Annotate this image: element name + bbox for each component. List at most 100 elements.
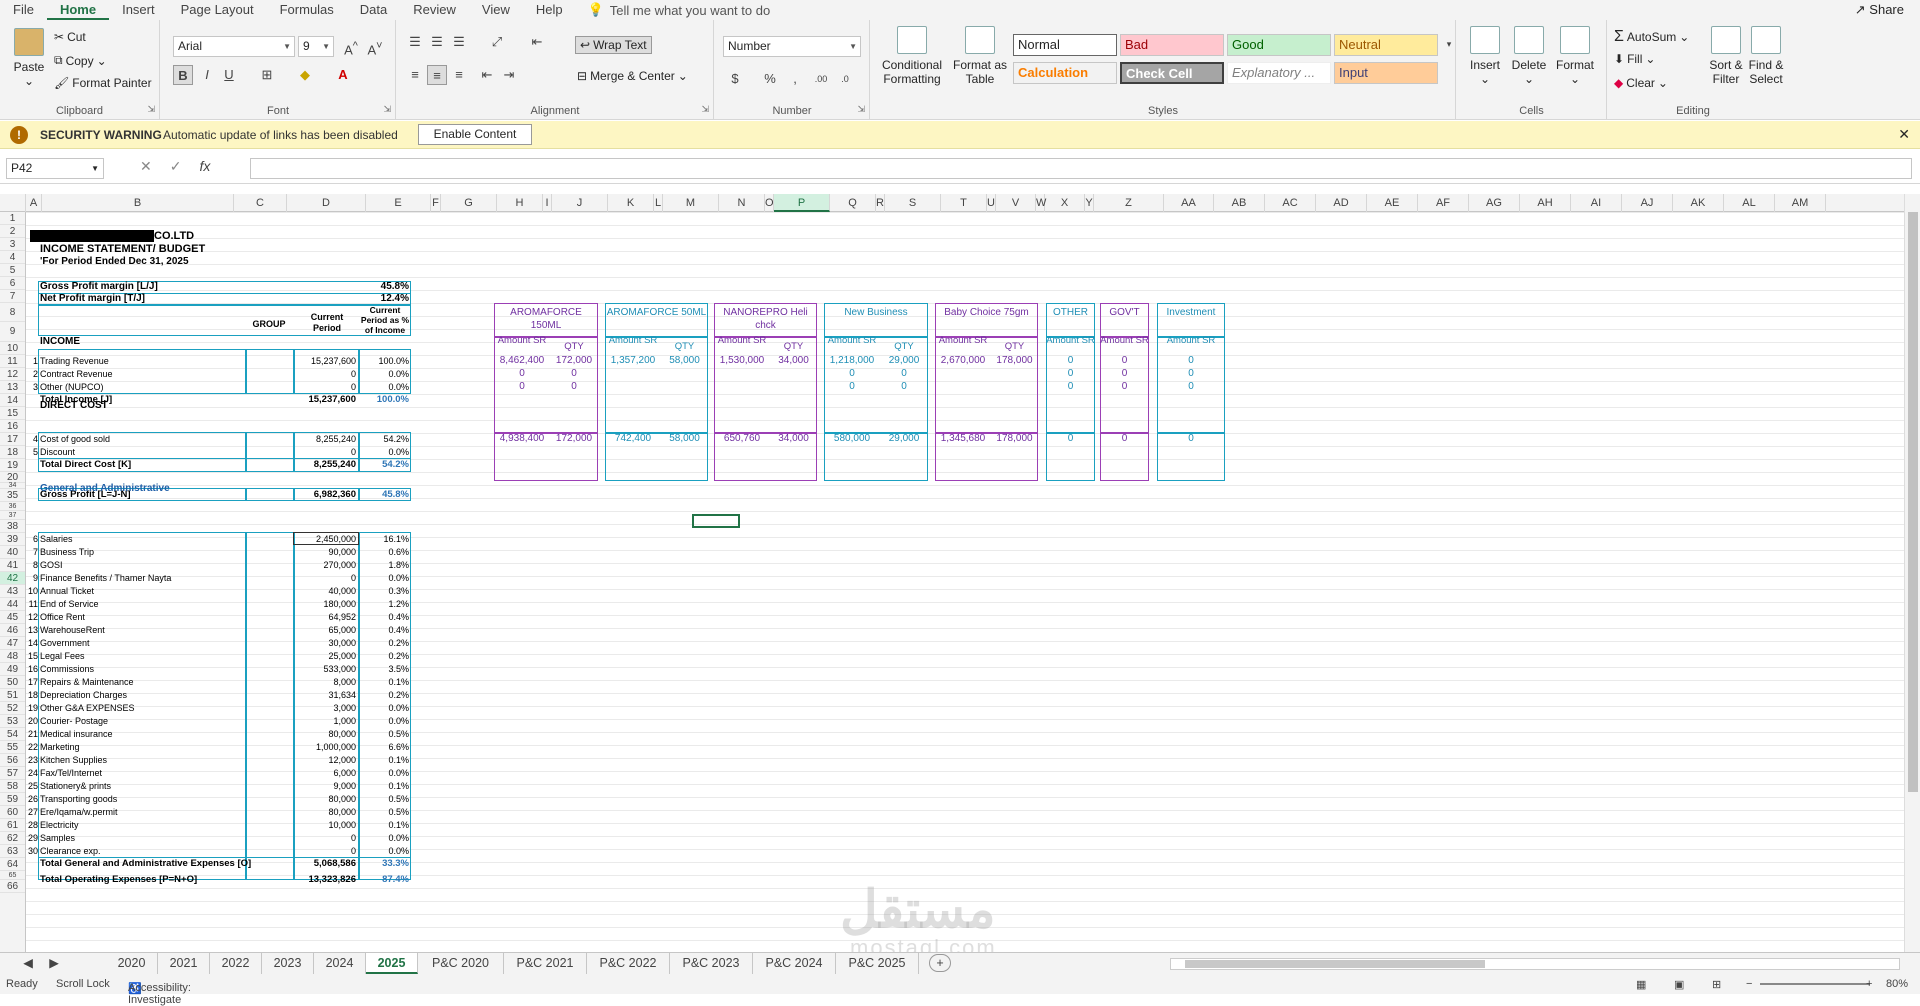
column-header-Q[interactable]: Q [830,194,876,212]
increase-decimal-icon[interactable]: .00 [811,69,831,89]
decrease-indent-icon[interactable]: ⇤ [477,65,497,85]
font-size-combo[interactable]: 9 ▼ [298,36,334,57]
worksheet-grid[interactable]: CO.LTD INCOME STATEMENT/ BUDGET 'For Per… [26,212,1904,952]
row-header-39[interactable]: 39 [0,533,25,546]
column-header-AL[interactable]: AL [1724,194,1775,212]
sheet-tab-2021[interactable]: 2021 [158,953,210,974]
select-all-corner[interactable] [0,194,26,212]
fill-color-icon[interactable]: ◆ [295,65,315,85]
sheet-tab-p-c-2022[interactable]: P&C 2022 [587,953,670,974]
dialog-launcher-icon[interactable]: ⇲ [701,104,709,115]
dialog-launcher-icon[interactable]: ⇲ [383,104,391,115]
percent-icon[interactable]: % [760,69,780,89]
row-header-58[interactable]: 58 [0,780,25,793]
italic-icon[interactable]: I [197,65,217,85]
bold-icon[interactable]: B [173,65,193,85]
wrap-text-button[interactable]: ↩ Wrap Text [575,36,652,54]
row-header-11[interactable]: 11 [0,355,25,368]
page-layout-icon[interactable]: ▣ [1674,978,1684,991]
row-header-64[interactable]: 64 [0,858,25,871]
column-header-AK[interactable]: AK [1673,194,1724,212]
row-header-55[interactable]: 55 [0,741,25,754]
column-header-K[interactable]: K [608,194,654,212]
column-header-H[interactable]: H [497,194,543,212]
column-header-AA[interactable]: AA [1164,194,1214,212]
row-header-50[interactable]: 50 [0,676,25,689]
sheet-tab-2023[interactable]: 2023 [262,953,314,974]
row-header-17[interactable]: 17 [0,433,25,446]
row-header-44[interactable]: 44 [0,598,25,611]
sort-filter-button[interactable]: Sort & Filter [1708,26,1744,86]
row-header-45[interactable]: 45 [0,611,25,624]
column-header-R[interactable]: R [876,194,885,212]
sheet-tab-p-c-2020[interactable]: P&C 2020 [418,953,504,974]
vertical-scrollbar[interactable] [1904,194,1920,952]
style-check-cell[interactable]: Check Cell [1120,62,1224,84]
row-header-66[interactable]: 66 [0,880,25,893]
sheet-tab-2022[interactable]: 2022 [210,953,262,974]
row-header-16[interactable]: 16 [0,420,25,433]
row-header-12[interactable]: 12 [0,368,25,381]
add-sheet-icon[interactable]: + [929,954,951,972]
row-header-62[interactable]: 62 [0,832,25,845]
row-header-52[interactable]: 52 [0,702,25,715]
normal-view-icon[interactable]: ▦ [1636,978,1646,991]
shrink-font-icon[interactable]: A˅ [365,36,385,57]
column-header-J[interactable]: J [552,194,608,212]
font-color-icon[interactable]: A [333,65,353,85]
column-header-E[interactable]: E [366,194,431,212]
sheet-tab-p-c-2024[interactable]: P&C 2024 [753,953,836,974]
column-header-AM[interactable]: AM [1775,194,1826,212]
style-good[interactable]: Good [1227,34,1331,56]
format-cells-button[interactable]: Format ⌄ [1553,26,1597,86]
row-header-35[interactable]: 35 [0,489,25,502]
clear-button[interactable]: ◆ Clear ⌄ [1614,76,1668,90]
column-header-Y[interactable]: Y [1085,194,1094,212]
column-header-W[interactable]: W [1036,194,1046,212]
style-calculation[interactable]: Calculation [1013,62,1117,84]
row-header-54[interactable]: 54 [0,728,25,741]
row-header-15[interactable]: 15 [0,407,25,420]
next-sheet-icon[interactable]: ▶ [44,953,64,974]
styles-scroll-icon[interactable]: ▾ [1439,34,1459,54]
copy-button[interactable]: ⧉ Copy ⌄ [54,53,107,68]
column-header-AC[interactable]: AC [1265,194,1316,212]
tab-insert[interactable]: Insert [109,0,168,20]
formula-input[interactable] [250,158,1912,179]
column-header-Z[interactable]: Z [1094,194,1164,212]
row-header-56[interactable]: 56 [0,754,25,767]
tab-help[interactable]: Help [523,0,576,20]
borders-icon[interactable]: ⊞ [257,65,277,85]
column-header-D[interactable]: D [287,194,366,212]
sheet-tab-p-c-2023[interactable]: P&C 2023 [670,953,753,974]
row-header-36[interactable]: 36 [0,502,25,511]
name-box[interactable]: P42 ▼ [6,158,104,179]
format-painter-button[interactable]: 🖌 Format Painter [54,76,152,90]
column-header-L[interactable]: L [654,194,663,212]
cancel-icon[interactable]: ✕ [140,158,152,175]
row-header-48[interactable]: 48 [0,650,25,663]
column-header-P[interactable]: P [774,194,830,212]
fill-button[interactable]: ⬇ Fill ⌄ [1614,52,1655,66]
row-header-13[interactable]: 13 [0,381,25,394]
align-middle-icon[interactable]: ☰ [427,32,447,52]
row-header-46[interactable]: 46 [0,624,25,637]
row-header-51[interactable]: 51 [0,689,25,702]
row-header-10[interactable]: 10 [0,342,25,355]
align-left-icon[interactable]: ≡ [405,65,425,85]
column-header-N[interactable]: N [719,194,765,212]
rtl-icon[interactable]: ⇤ [527,32,547,52]
row-header-49[interactable]: 49 [0,663,25,676]
row-header-43[interactable]: 43 [0,585,25,598]
column-header-V[interactable]: V [996,194,1036,212]
sheet-tab-2020[interactable]: 2020 [106,953,158,974]
zoom-in-icon[interactable]: + [1866,978,1872,990]
row-header-18[interactable]: 18 [0,446,25,459]
tab-page-layout[interactable]: Page Layout [168,0,267,20]
row-header-41[interactable]: 41 [0,559,25,572]
orientation-icon[interactable]: ⤢ [487,32,507,52]
cut-button[interactable]: ✂ Cut [54,30,86,44]
scroll-thumb[interactable] [1908,212,1918,792]
zoom-out-icon[interactable]: − [1746,978,1752,990]
style-explanatory[interactable]: Explanatory ... [1227,62,1331,84]
